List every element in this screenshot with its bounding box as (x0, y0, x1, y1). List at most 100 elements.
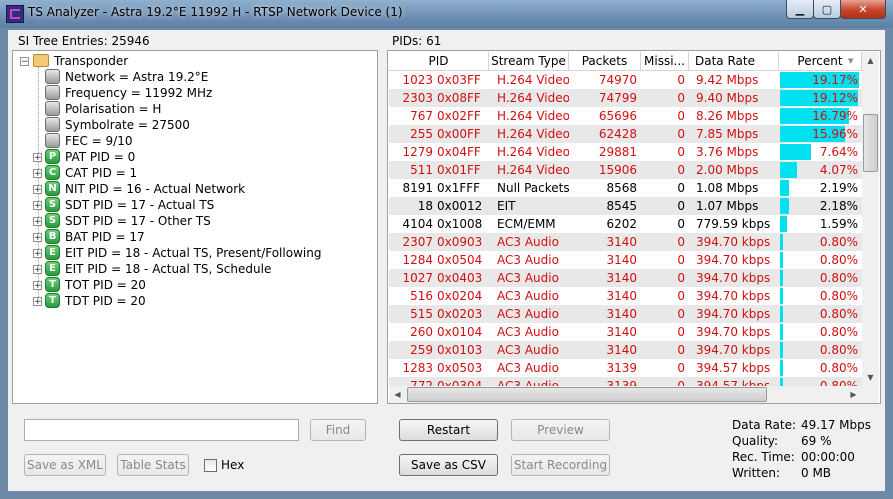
column-header[interactable]: Packets (569, 52, 641, 70)
scrollbar-thumb[interactable] (863, 114, 878, 172)
vertical-scrollbar[interactable]: ▲ ▼ (862, 52, 879, 386)
tree-node-label: SDT PID = 17 - Other TS (65, 214, 211, 228)
horizontal-scrollbar-thumb[interactable] (407, 387, 767, 402)
expand-icon[interactable]: + (33, 281, 42, 291)
written-key: Written: (732, 466, 781, 480)
cell-rate: 8.26 Mbps (696, 109, 759, 123)
column-header[interactable]: Stream Type (489, 52, 569, 70)
cell-type: AC3 Audio (497, 361, 559, 375)
cell-hex: 0x03FF (437, 73, 481, 87)
cell-missing: 0 (677, 91, 685, 105)
save-as-csv-button[interactable]: Save as CSV (399, 454, 498, 476)
table-stats-button[interactable]: Table Stats (117, 454, 189, 476)
tree-node[interactable]: Polarisation = H (45, 101, 161, 117)
expand-icon[interactable]: + (33, 297, 42, 307)
table-row[interactable]: 516 0x0204 AC3 Audio 3140 0 394.70 kbps 0.80% (389, 287, 862, 305)
cell-percent: 2.19% (819, 181, 858, 195)
table-row[interactable]: 767 0x02FF H.264 Video 65696 0 8.26 Mbps 16.79… (389, 107, 862, 125)
table-row[interactable]: 18 0x0012 EIT 8545 0 1.07 Mbps 2.18% (389, 197, 862, 215)
table-row[interactable]: 2307 0x0903 AC3 Audio 3140 0 394.70 kbps 0.80% (389, 233, 862, 251)
cell-hex: 0x1FFF (437, 181, 481, 195)
expand-icon[interactable]: + (33, 265, 42, 275)
tree-node[interactable]: Network = Astra 19.2°E (45, 69, 208, 85)
expand-icon[interactable]: + (33, 153, 42, 163)
hex-checkbox[interactable] (204, 459, 217, 472)
cell-missing: 0 (677, 253, 685, 267)
scroll-right-icon[interactable]: ▶ (845, 386, 862, 403)
tree-node-label: Frequency = 11992 MHz (65, 86, 213, 100)
tree-node[interactable]: + P PAT PID = 0 (33, 149, 135, 165)
cell-percent: 0.80% (819, 253, 858, 267)
tree-node[interactable]: + T TOT PID = 20 (33, 277, 146, 293)
table-row[interactable]: 4104 0x1008 ECM/EMM 6202 0 779.59 kbps 1.59% (389, 215, 862, 233)
tree-node[interactable]: + E EIT PID = 18 - Actual TS, Present/Foll… (33, 245, 321, 261)
expand-icon[interactable]: + (33, 233, 42, 243)
tree-node[interactable]: + B BAT PID = 17 (33, 229, 145, 245)
table-row[interactable]: 2303 0x08FF H.264 Video 74799 0 9.40 Mbps 19.1… (389, 89, 862, 107)
restart-button[interactable]: Restart (399, 419, 498, 441)
column-header[interactable]: Missi... (641, 52, 689, 70)
horizontal-scrollbar[interactable]: ◀ ▶ (389, 386, 862, 403)
cell-hex: 0x0504 (437, 253, 483, 267)
table-row[interactable]: 260 0x0104 AC3 Audio 3140 0 394.70 kbps 0.80% (389, 323, 862, 341)
cell-hex: 0x02FF (437, 109, 481, 123)
close-button[interactable]: ✕ (840, 0, 886, 19)
tree-node[interactable]: + S SDT PID = 17 - Actual TS (33, 197, 214, 213)
collapse-icon[interactable]: − (20, 57, 29, 67)
tree-node[interactable]: + N NIT PID = 16 - Actual Network (33, 181, 245, 197)
table-row[interactable]: 1283 0x0503 AC3 Audio 3139 0 394.57 kbps 0.80% (389, 359, 862, 377)
cell-rate: 394.70 kbps (696, 343, 771, 357)
scroll-down-icon[interactable]: ▼ (862, 369, 879, 386)
cell-missing: 0 (677, 271, 685, 285)
table-row[interactable]: 515 0x0203 AC3 Audio 3140 0 394.70 kbps 0.80% (389, 305, 862, 323)
tree-node[interactable]: Frequency = 11992 MHz (45, 85, 212, 101)
app-icon[interactable] (6, 5, 24, 23)
table-type-p-icon: P (45, 149, 60, 164)
table-row[interactable]: 8191 0x1FFF Null Packets 8568 0 1.08 Mbps 2.19… (389, 179, 862, 197)
tree-node[interactable]: + E EIT PID = 18 - Actual TS, Schedule (33, 261, 271, 277)
expand-icon[interactable]: + (33, 185, 42, 195)
cell-type: H.264 Video (497, 109, 569, 123)
start-recording-button[interactable]: Start Recording (511, 454, 610, 476)
expand-icon[interactable]: + (33, 217, 42, 227)
table-row[interactable]: 255 0x00FF H.264 Video 62428 0 7.85 Mbps 15.96… (389, 125, 862, 143)
table-type-s-icon: S (45, 197, 60, 212)
pid-table[interactable]: PID Stream Type Packets Missi... Data Rate Pe… (387, 50, 881, 404)
column-header[interactable]: Data Rate (689, 52, 779, 70)
minimize-button[interactable]: ▁ (786, 0, 814, 19)
cell-type: Null Packets (497, 181, 569, 195)
table-row[interactable]: 259 0x0103 AC3 Audio 3140 0 394.70 kbps 0.80% (389, 341, 862, 359)
title-bar[interactable]: TS Analyzer - Astra 19.2°E 11992 H - RTS… (0, 0, 893, 28)
cell-packets: 3140 (606, 271, 637, 285)
expand-icon[interactable]: + (33, 249, 42, 259)
scroll-up-icon[interactable]: ▲ (862, 52, 879, 69)
expand-icon[interactable]: + (33, 169, 42, 179)
expand-icon[interactable]: + (33, 201, 42, 211)
cell-missing: 0 (677, 325, 685, 339)
table-row[interactable]: 1284 0x0504 AC3 Audio 3140 0 394.70 kbps 0.80% (389, 251, 862, 269)
table-row[interactable]: 1279 0x04FF H.264 Video 29881 0 3.76 Mbps 7.64… (389, 143, 862, 161)
tree-node[interactable]: − Transponder (20, 53, 128, 69)
maximize-button[interactable]: ▢ (813, 0, 841, 19)
column-header[interactable]: PID (389, 52, 489, 70)
gray-node-icon (45, 69, 60, 84)
tree-node[interactable]: FEC = 9/10 (45, 133, 133, 149)
tree-node[interactable]: + T TDT PID = 20 (33, 293, 146, 309)
save-as-xml-button[interactable]: Save as XML (24, 454, 106, 476)
cell-percent: 19.12% (812, 91, 858, 105)
search-input[interactable] (24, 419, 299, 441)
gray-node-icon (45, 117, 60, 132)
table-row[interactable]: 1027 0x0403 AC3 Audio 3140 0 394.70 kbps 0.80% (389, 269, 862, 287)
find-button[interactable]: Find (310, 419, 366, 441)
si-tree[interactable]: − Transponder Network = Astra 19.2°E Freque… (12, 50, 378, 404)
cell-hex: 0x0104 (437, 325, 483, 339)
tree-node[interactable]: Symbolrate = 27500 (45, 117, 190, 133)
preview-button[interactable]: Preview (511, 419, 610, 441)
table-row[interactable]: 1023 0x03FF H.264 Video 74970 0 9.42 Mbps 19.1… (389, 71, 862, 89)
tree-node[interactable]: + S SDT PID = 17 - Other TS (33, 213, 211, 229)
cell-type: H.264 Video (497, 127, 569, 141)
cell-percent: 2.18% (819, 199, 858, 213)
tree-node[interactable]: + C CAT PID = 1 (33, 165, 137, 181)
table-row[interactable]: 511 0x01FF H.264 Video 15906 0 2.00 Mbps 4.07% (389, 161, 862, 179)
scroll-left-icon[interactable]: ◀ (389, 386, 406, 403)
